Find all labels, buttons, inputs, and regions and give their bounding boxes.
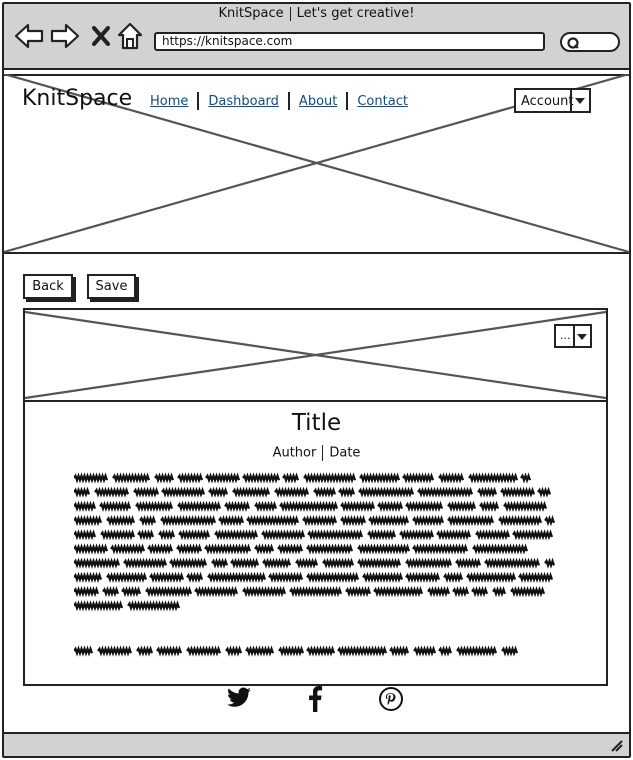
article-date: Date xyxy=(329,445,361,461)
image-options-label: ... xyxy=(560,329,571,342)
chevron-down-icon xyxy=(570,90,589,111)
nav-home[interactable]: Home xyxy=(150,94,188,109)
article-meta: Author Date xyxy=(0,445,633,461)
browser-status-bar xyxy=(4,732,629,756)
text-line xyxy=(74,600,181,612)
text-line xyxy=(74,585,546,598)
article-image-placeholder xyxy=(25,310,606,400)
text-line xyxy=(74,500,548,513)
text-line xyxy=(74,514,556,527)
pinterest-icon[interactable] xyxy=(379,687,403,711)
forward-arrow-icon[interactable] xyxy=(50,22,80,50)
search-icon xyxy=(567,37,579,49)
window-subtitle-text: Let's get creative! xyxy=(296,6,415,21)
close-icon[interactable] xyxy=(92,26,110,46)
account-dropdown[interactable]: Account xyxy=(514,88,591,113)
twitter-icon[interactable] xyxy=(226,687,252,709)
article-author: Author xyxy=(272,445,317,461)
nav-about[interactable]: About xyxy=(299,94,337,109)
article-title: Title xyxy=(291,410,342,436)
article-body-text xyxy=(74,472,556,657)
resize-grip-icon[interactable] xyxy=(610,739,624,753)
text-line xyxy=(74,645,519,657)
text-line xyxy=(74,486,552,498)
nav-contact[interactable]: Contact xyxy=(357,94,408,109)
text-line xyxy=(74,557,556,569)
image-options-dropdown[interactable]: ... xyxy=(554,324,592,348)
nav-dashboard[interactable]: Dashboard xyxy=(208,94,279,109)
url-input[interactable]: https://knitspace.com xyxy=(154,32,545,51)
chevron-down-icon xyxy=(573,326,590,346)
text-line xyxy=(74,543,529,555)
save-button[interactable]: Save xyxy=(87,274,136,299)
site-logo[interactable]: KnitSpace xyxy=(22,86,132,111)
facebook-icon[interactable] xyxy=(307,686,323,712)
home-icon[interactable] xyxy=(117,22,143,50)
text-line xyxy=(74,529,554,541)
text-line xyxy=(74,571,554,584)
window-title-text: KnitSpace xyxy=(218,6,284,21)
account-label: Account xyxy=(521,94,574,109)
browser-search-field[interactable] xyxy=(560,32,620,52)
main-nav: Home Dashboard About Contact xyxy=(150,92,408,110)
text-line xyxy=(74,472,532,484)
window-title: KnitSpace Let's get creative! xyxy=(0,6,633,21)
back-button[interactable]: Back xyxy=(23,274,73,299)
back-arrow-icon[interactable] xyxy=(14,22,44,50)
